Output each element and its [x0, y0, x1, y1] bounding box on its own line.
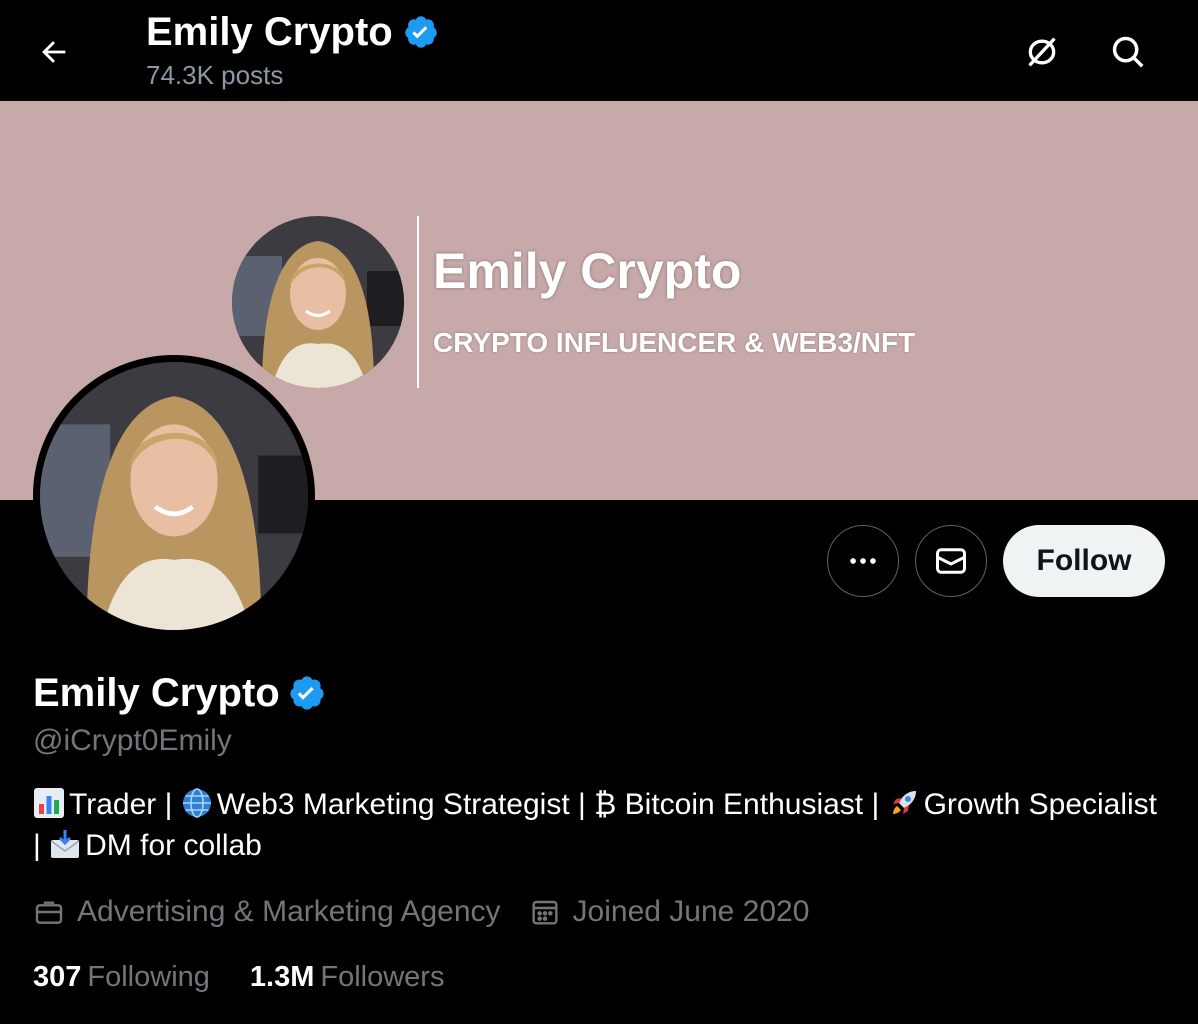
bio-text-1: Trader | [69, 788, 181, 821]
profile-category: Advertising & Marketing Agency [33, 893, 501, 931]
banner-name: Emily Crypto [433, 243, 742, 299]
hide-icon [1028, 37, 1056, 67]
followers-link[interactable]: 1.3M Followers [250, 958, 445, 996]
rocket-emoji [892, 791, 916, 814]
profile-name-row: Emily Crypto [33, 668, 326, 718]
search-button[interactable] [1098, 22, 1158, 82]
avatar-photo [40, 362, 308, 630]
profile-stats: 307 Following 1.3M Followers [33, 958, 484, 996]
message-button[interactable] [915, 525, 987, 597]
top-bar: Emily Crypto 74.3K posts [0, 0, 1198, 101]
joined-text: Joined June 2020 [572, 895, 810, 928]
search-icon [1112, 36, 1144, 68]
bio-text-2: Web3 Marketing Strategist | ₿ Bitcoin En… [216, 788, 888, 821]
header-title: Emily Crypto [146, 10, 393, 54]
verified-badge-icon[interactable] [288, 674, 326, 712]
bar-chart-emoji [34, 788, 64, 818]
back-button[interactable] [24, 22, 84, 82]
more-icon [850, 558, 876, 564]
following-link[interactable]: 307 Following [33, 958, 210, 996]
header-title-block: Emily Crypto 74.3K posts [146, 8, 439, 92]
banner-subtitle: CRYPTO INFLUENCER & WEB3/NFT [433, 327, 916, 358]
hide-button[interactable] [1012, 22, 1072, 82]
verified-badge-icon [404, 16, 437, 48]
envelope-emoji [50, 830, 80, 858]
calendar-icon [532, 900, 558, 925]
profile-meta: Advertising & Marketing Agency Joined Ju… [33, 893, 837, 931]
banner-divider [417, 216, 419, 388]
profile-join-date: Joined June 2020 [529, 893, 810, 931]
following-count: 307 [33, 961, 82, 993]
display-name: Emily Crypto [33, 671, 280, 715]
globe-emoji [182, 788, 211, 818]
followers-count: 1.3M [249, 961, 315, 993]
follow-button[interactable]: Follow [1003, 525, 1165, 597]
bio-text-4: DM for collab [85, 829, 262, 862]
followers-label: Followers [320, 961, 445, 993]
mail-icon [936, 548, 966, 574]
profile-bio: Trader | Web3 Marketing Strategist | ₿ B… [33, 784, 1163, 866]
post-count: 74.3K posts [146, 60, 284, 90]
more-button[interactable] [827, 525, 899, 597]
category-text: Advertising & Marketing Agency [77, 895, 501, 928]
following-label: Following [87, 961, 210, 993]
banner-photo [232, 216, 404, 388]
briefcase-icon [35, 901, 63, 924]
back-arrow-icon [42, 41, 66, 63]
avatar[interactable] [33, 355, 315, 637]
profile-handle: @iCrypt0Emily [33, 724, 232, 757]
